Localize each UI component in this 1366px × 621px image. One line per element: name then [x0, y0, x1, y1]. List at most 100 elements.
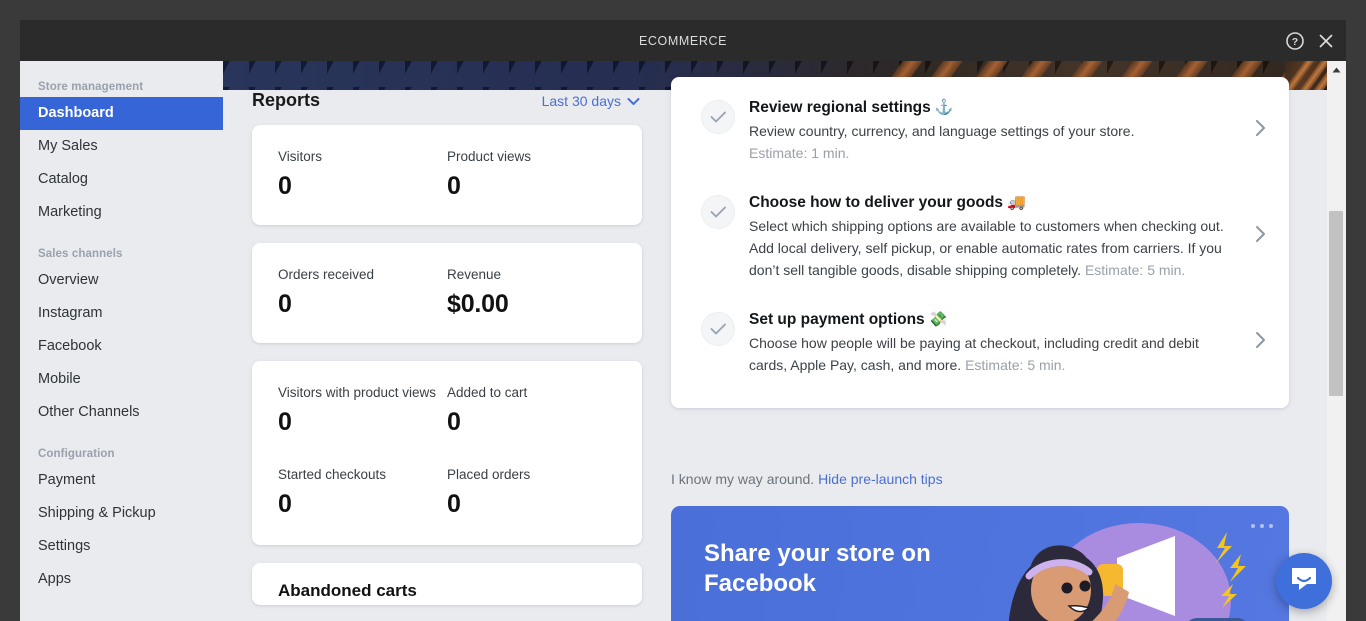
metric-visitors-with-product-views: Visitors with product views 0	[278, 383, 447, 437]
metric-label: Revenue	[447, 267, 502, 282]
metric-value: 0	[278, 490, 292, 518]
sidebar-item-overview[interactable]: Overview	[20, 264, 223, 297]
sidebar-item-facebook[interactable]: Facebook	[20, 330, 223, 363]
sidebar-item-dashboard[interactable]: Dashboard	[20, 97, 223, 130]
sidebar-group-label-configuration: Configuration	[38, 448, 115, 460]
tip-title-text: Review regional settings	[749, 99, 931, 116]
sidebar-item-mobile[interactable]: Mobile	[20, 363, 223, 396]
chevron-right-icon[interactable]	[1254, 118, 1267, 143]
window-titlebar: ECOMMERCE ?	[20, 20, 1346, 61]
metric-started-checkouts: Started checkouts 0	[278, 465, 447, 519]
sidebar-item-marketing[interactable]: Marketing	[20, 196, 223, 229]
check-icon[interactable]	[701, 312, 735, 346]
help-circle-icon[interactable]: ?	[1285, 31, 1305, 51]
svg-text:?: ?	[1292, 36, 1298, 48]
tip-body: Choose how to deliver your goods 🚚 Select…	[749, 192, 1254, 281]
metric-label: Placed orders	[447, 467, 531, 482]
abandoned-carts-title: Abandoned carts	[278, 581, 417, 600]
metric-added-to-cart: Added to cart 0	[447, 383, 616, 437]
facebook-promo-banner[interactable]: Share your store on Facebook Put your pr…	[671, 506, 1289, 621]
money-emoji-icon: 💸	[928, 311, 948, 328]
sidebar-item-shipping-and-pickup[interactable]: Shipping & Pickup	[20, 497, 223, 530]
metric-label: Orders received	[278, 267, 375, 282]
report-row: Orders received 0 Revenue $0.00	[278, 265, 616, 319]
facebook-banner-illustration	[1008, 523, 1246, 621]
truck-emoji-icon: 🚚	[1007, 194, 1026, 211]
sidebar-navigation: Store management Dashboard My Sales Cata…	[20, 61, 223, 621]
app-body: Store management Dashboard My Sales Cata…	[20, 61, 1346, 621]
window-title: ECOMMERCE	[638, 33, 728, 48]
scrollbar-thumb[interactable]	[1329, 211, 1343, 396]
sidebar-item-payment[interactable]: Payment	[20, 464, 223, 497]
reports-column: Reports Last 30 days Visitors 0 Product …	[223, 61, 671, 621]
sidebar-item-instagram[interactable]: Instagram	[20, 297, 223, 330]
sidebar-item-settings[interactable]: Settings	[20, 530, 223, 563]
metric-label: Visitors with product views	[278, 385, 437, 400]
sidebar-group-label-store-management: Store management	[38, 81, 144, 93]
metric-orders-received: Orders received 0	[278, 265, 447, 319]
close-icon[interactable]	[1316, 31, 1336, 51]
report-card-orders: Orders received 0 Revenue $0.00	[252, 243, 642, 343]
chevron-right-icon[interactable]	[1254, 330, 1267, 355]
pre-launch-tips-card: Review regional settings ⚓ Review country…	[671, 77, 1289, 408]
tip-description-text: Review country, currency, and language s…	[749, 123, 1135, 139]
tip-estimate: Estimate: 1 min.	[749, 145, 850, 161]
tip-body: Review regional settings ⚓ Review country…	[749, 97, 1254, 164]
window-actions: ?	[1285, 20, 1336, 61]
tips-footer-text: I know my way around.	[671, 471, 815, 487]
tip-estimate: Estimate: 5 min.	[1084, 262, 1186, 278]
tips-column: Review regional settings ⚓ Review country…	[671, 61, 1327, 621]
sidebar-group-label-sales-channels: Sales channels	[38, 248, 123, 260]
hide-pre-launch-tips-link[interactable]: Hide pre-launch tips	[818, 471, 943, 487]
chevron-down-icon	[627, 93, 640, 109]
tip-title-text: Set up payment options	[749, 311, 925, 328]
sidebar-item-catalog[interactable]: Catalog	[20, 163, 223, 196]
metric-value: 0	[447, 490, 461, 518]
tip-description: Select which shipping options are availa…	[749, 215, 1240, 281]
metric-visitors: Visitors 0	[278, 147, 447, 201]
date-range-picker[interactable]: Last 30 days	[542, 93, 640, 109]
tip-estimate: Estimate: 5 min.	[965, 357, 1066, 373]
check-icon[interactable]	[701, 100, 735, 134]
tip-item-choose-delivery[interactable]: Choose how to deliver your goods 🚚 Select…	[671, 178, 1289, 295]
anchor-emoji-icon: ⚓	[934, 99, 954, 116]
facebook-banner-title: Share your store on Facebook	[704, 540, 931, 597]
tip-description: Review country, currency, and language s…	[749, 120, 1240, 164]
metric-label: Added to cart	[447, 385, 528, 400]
tip-item-review-regional-settings[interactable]: Review regional settings ⚓ Review country…	[671, 83, 1289, 178]
report-row: Started checkouts 0 Placed orders 0	[278, 465, 616, 519]
metric-placed-orders: Placed orders 0	[447, 465, 616, 519]
metric-revenue: Revenue $0.00	[447, 265, 616, 319]
metric-value: $0.00	[447, 290, 509, 318]
metric-value: 0	[447, 172, 461, 200]
tip-title: Choose how to deliver your goods 🚚	[749, 192, 1240, 213]
scroll-up-arrow-icon[interactable]	[1327, 61, 1346, 78]
metric-value: 0	[278, 290, 292, 318]
metric-product-views: Product views 0	[447, 147, 616, 201]
report-row: Visitors 0 Product views 0	[278, 147, 616, 201]
tips-footer: I know my way around. Hide pre-launch ti…	[671, 471, 943, 487]
check-icon[interactable]	[701, 195, 735, 229]
metric-value: 0	[447, 408, 461, 436]
chat-bubble-icon	[1290, 566, 1318, 597]
reports-header: Reports Last 30 days	[252, 90, 642, 111]
report-card-funnel: Visitors with product views 0 Added to c…	[252, 361, 642, 545]
tip-title-text: Choose how to deliver your goods	[749, 194, 1004, 211]
chevron-right-icon[interactable]	[1254, 224, 1267, 249]
report-row: Visitors with product views 0 Added to c…	[278, 383, 616, 437]
main-scrollbar[interactable]	[1327, 61, 1346, 621]
metric-label: Product views	[447, 149, 532, 164]
reports-title: Reports	[252, 90, 321, 110]
sidebar-item-apps[interactable]: Apps	[20, 563, 223, 596]
sidebar-item-other-channels[interactable]: Other Channels	[20, 396, 223, 429]
sidebar-item-my-sales[interactable]: My Sales	[20, 130, 223, 163]
tip-item-setup-payment-options[interactable]: Set up payment options 💸 Choose how peopl…	[671, 295, 1289, 390]
metric-value: 0	[278, 172, 292, 200]
metric-label: Visitors	[278, 149, 323, 164]
chat-launcher-button[interactable]	[1276, 553, 1332, 609]
main-content-area: Reports Last 30 days Visitors 0 Product …	[223, 61, 1327, 621]
metric-value: 0	[278, 408, 292, 436]
app-window: ECOMMERCE ? Store management Dashboard M…	[20, 20, 1346, 621]
date-range-label: Last 30 days	[541, 92, 621, 109]
